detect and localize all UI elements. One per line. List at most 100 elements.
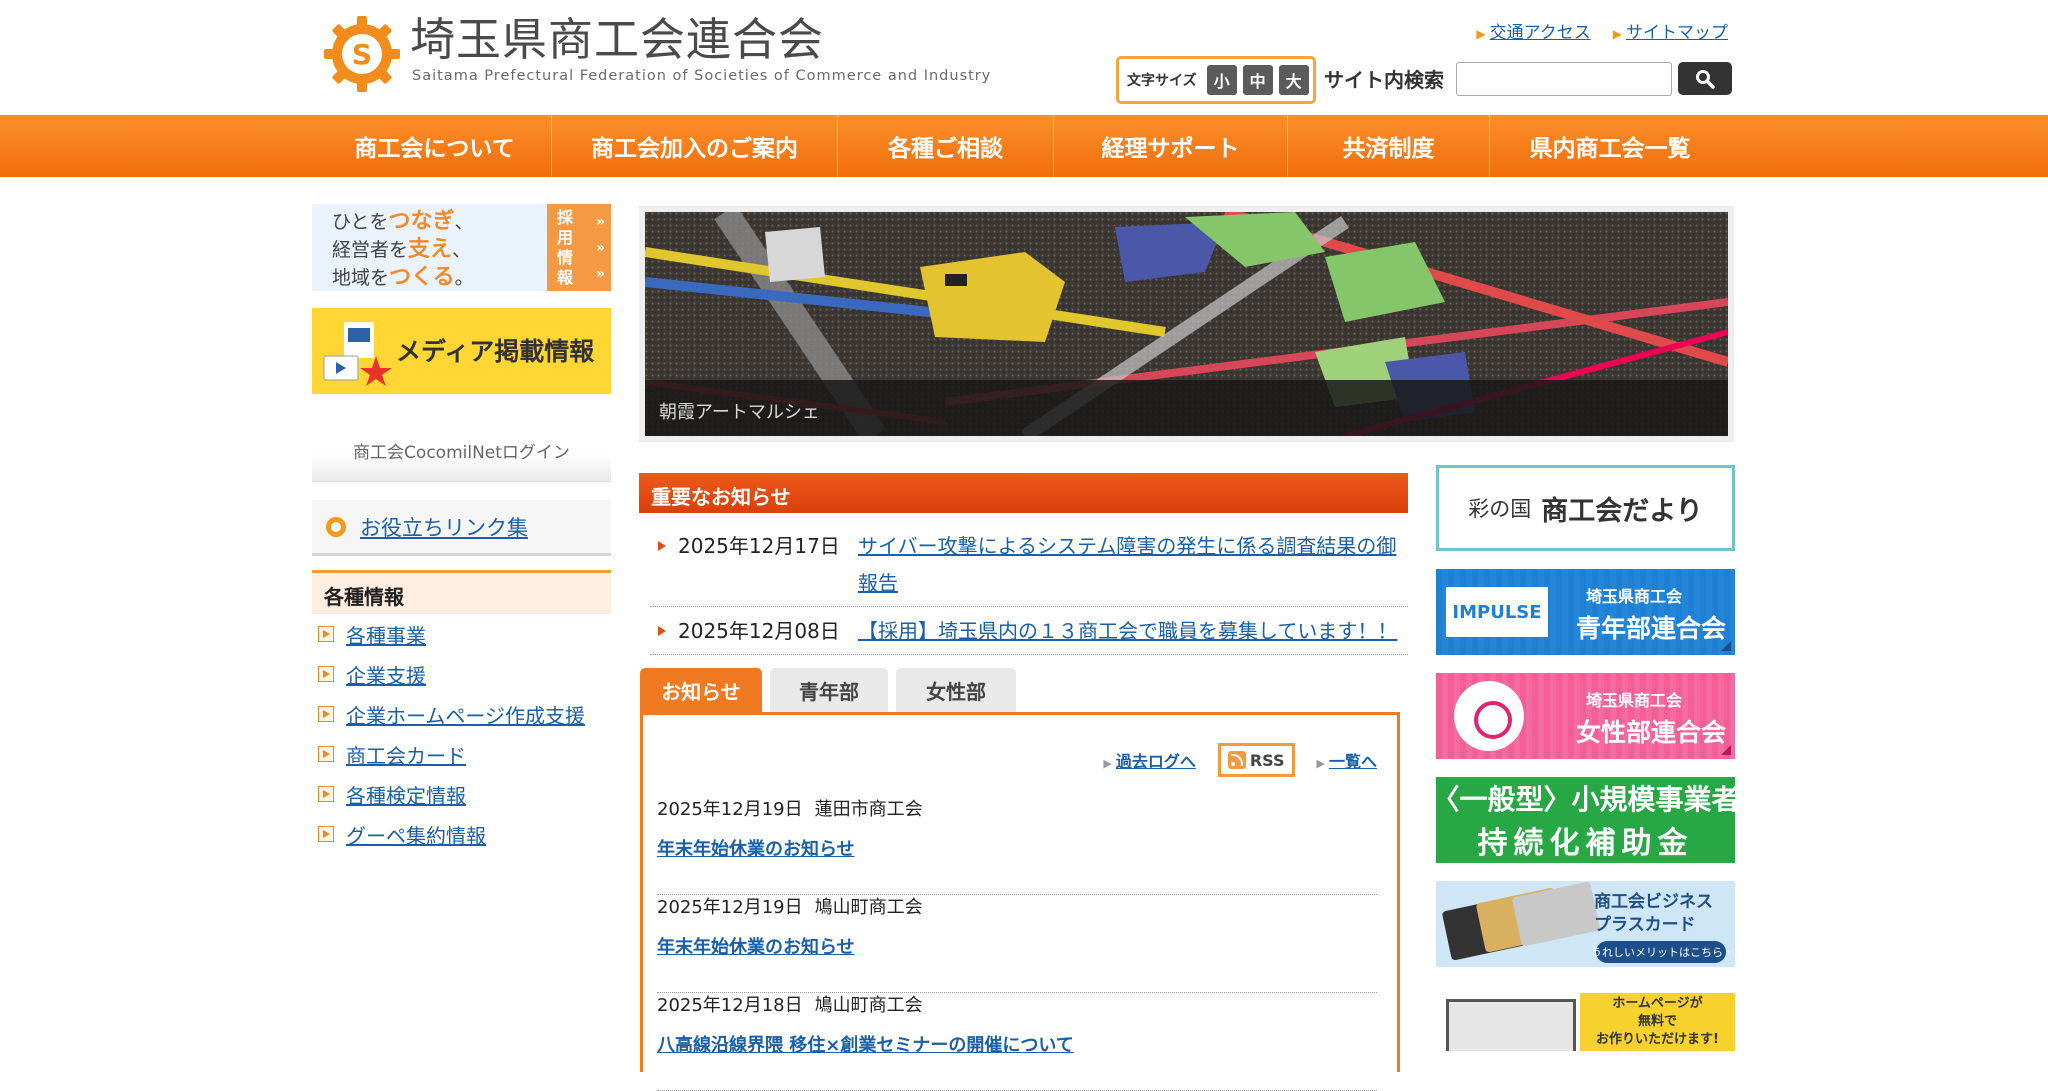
font-size-large-button[interactable]: 大 <box>1278 65 1309 95</box>
impulse-logo: IMPULSE <box>1446 587 1548 637</box>
info-link-business-support[interactable]: 企業支援 <box>346 660 426 689</box>
arrow-bullet-icon <box>318 666 334 682</box>
list-item: 商工会カード <box>312 734 611 774</box>
subsidy-banner[interactable]: 〈一般型〉小規模事業者 持続化補助金 <box>1436 777 1735 863</box>
subsidy-line2: 持続化補助金 <box>1477 826 1694 861</box>
ring-bullet-icon <box>326 516 346 537</box>
sitemap-link[interactable]: サイトマップ <box>1626 23 1728 43</box>
list-item: 2025年12月19日 蓮田市商工会 年末年始休業のお知らせ <box>657 797 1377 895</box>
info-link-projects[interactable]: 各種事業 <box>346 620 426 649</box>
recruit-line2-em: 支え <box>408 237 453 262</box>
slide-caption: 朝霞アートマルシェ <box>645 380 1728 436</box>
info-link-goope[interactable]: グーペ集約情報 <box>346 820 486 849</box>
homepage-banner[interactable]: ホームページが 無料で お作りいただけます! <box>1436 991 1735 1051</box>
women-big: 女性部連合会 <box>1576 718 1727 747</box>
recruit-line2: 経営者を <box>332 239 409 261</box>
list-item: 各種事業 <box>312 614 611 654</box>
dayori-small: 彩の国 <box>1468 497 1532 521</box>
rss-button[interactable]: RSS <box>1217 743 1295 777</box>
font-size-label: 文字サイズ <box>1127 73 1197 89</box>
corner-arrow-icon <box>1721 641 1731 651</box>
search-button[interactable] <box>1678 62 1732 95</box>
important-item: 2025年12月08日 【採用】埼玉県内の１３商工会で職員を募集しています！！ <box>650 607 1408 655</box>
subsidy-line1: 〈一般型〉小規模事業者 <box>1436 783 1735 816</box>
homepage-text: ホームページが 無料で お作りいただけます! <box>1580 993 1735 1051</box>
news-meta: 2025年12月19日 鳩山町商工会 <box>657 895 1377 933</box>
recruit-tag: 採 用 情 報 » » » <box>547 204 611 291</box>
media-banner[interactable]: メディア掲載情報 <box>312 308 611 394</box>
hero-slideshow[interactable]: 朝霞アートマルシェ <box>639 206 1734 442</box>
chevron-right-icon: » <box>595 240 605 256</box>
triangle-right-icon: ▶ <box>1612 27 1622 41</box>
important-link[interactable]: サイバー攻撃によるシステム障害の発生に係る調査結果の御報告 <box>858 528 1408 602</box>
dayori-banner[interactable]: 彩の国 商工会だより <box>1436 465 1735 551</box>
nav-about[interactable]: 商工会について <box>318 115 552 177</box>
news-org: 鳩山町商工会 <box>814 897 923 918</box>
card-image <box>1511 881 1601 947</box>
news-title-link[interactable]: 年末年始休業のお知らせ <box>657 839 855 860</box>
nav-mutual-aid[interactable]: 共済制度 <box>1288 115 1490 177</box>
arrow-bullet-icon <box>318 786 334 802</box>
nav-accounting[interactable]: 経理サポート <box>1054 115 1288 177</box>
access-link[interactable]: 交通アクセス <box>1490 23 1591 43</box>
past-log-link[interactable]: 過去ログへ <box>1116 752 1196 771</box>
nav-local-societies[interactable]: 県内商工会一覧 <box>1490 115 1730 177</box>
nav-consultation[interactable]: 各種ご相談 <box>838 115 1054 177</box>
hp-line1: ホームページが <box>1612 996 1703 1011</box>
women-small: 埼玉県商工会 <box>1586 691 1683 710</box>
arrow-bullet-icon <box>318 746 334 762</box>
important-date: 2025年12月17日 <box>678 534 840 558</box>
tab-news[interactable]: お知らせ <box>640 668 762 724</box>
youth-big: 青年部連合会 <box>1576 614 1727 643</box>
news-date: 2025年12月19日 <box>657 799 803 820</box>
important-list: 2025年12月17日 サイバー攻撃によるシステム障害の発生に係る調査結果の御報… <box>650 522 1408 655</box>
important-item: 2025年12月17日 サイバー攻撃によるシステム障害の発生に係る調査結果の御報… <box>650 522 1408 607</box>
global-nav: 商工会について 商工会加入のご案内 各種ご相談 経理サポート 共済制度 県内商工… <box>0 115 2048 177</box>
recruit-banner[interactable]: ひとをつなぎ、 経営者を支え、 地域をつくる。 採 用 情 報 » » » <box>312 204 611 291</box>
triangle-right-icon <box>658 541 666 551</box>
arrow-bullet-icon <box>318 706 334 722</box>
top-links: ▶ 交通アクセス ▶ サイトマップ <box>1476 18 1728 43</box>
news-meta: 2025年12月19日 蓮田市商工会 <box>657 797 1377 835</box>
card-line2: プラスカード <box>1594 915 1696 935</box>
business-card-banner[interactable]: 商工会ビジネス プラスカード うれしいメリットはこちら › <box>1436 881 1735 967</box>
important-link[interactable]: 【採用】埼玉県内の１３商工会で職員を募集しています！！ <box>858 613 1397 650</box>
info-link-card[interactable]: 商工会カード <box>346 740 466 769</box>
women-federation-banner[interactable]: 埼玉県商工会 女性部連合会 <box>1436 673 1735 759</box>
youth-federation-banner[interactable]: IMPULSE 埼玉県商工会 青年部連合会 <box>1436 569 1735 655</box>
list-item: 2025年12月18日 鳩山町商工会 八高線沿線界隈 移住×創業セミナーの開催につ… <box>657 993 1377 1091</box>
nav-membership[interactable]: 商工会加入のご案内 <box>552 115 838 177</box>
recruit-line1-post: 、 <box>454 211 474 233</box>
tab-youth[interactable]: 青年部 <box>770 668 888 712</box>
info-heading: 各種情報 <box>312 570 611 614</box>
search-label: サイト内検索 <box>1324 68 1444 92</box>
useful-links: お役立ちリンク集 <box>312 500 611 556</box>
list-item: 企業支援 <box>312 654 611 694</box>
tab-women[interactable]: 女性部 <box>896 668 1016 712</box>
news-title-link[interactable]: 年末年始休業のお知らせ <box>657 937 855 958</box>
site-title[interactable]: 埼玉県商工会連合会 <box>410 12 824 68</box>
news-date: 2025年12月19日 <box>657 897 803 918</box>
cocomil-login-link[interactable]: 商工会CocomilNetログイン <box>312 420 611 482</box>
rss-icon <box>1227 751 1246 769</box>
past-log-wrap: ▶ 過去ログへ <box>1103 748 1195 772</box>
triangle-right-icon: ▶ <box>1103 757 1112 770</box>
recruit-text: ひとをつなぎ、 経営者を支え、 地域をつくる。 <box>332 208 474 291</box>
news-org: 蓮田市商工会 <box>814 799 923 820</box>
info-link-exams[interactable]: 各種検定情報 <box>346 780 466 809</box>
recruit-line1-em: つなぎ <box>388 209 455 234</box>
access-link-wrap: ▶ 交通アクセス <box>1476 18 1590 43</box>
info-link-homepage-support[interactable]: 企業ホームページ作成支援 <box>346 700 585 729</box>
search-input[interactable] <box>1456 62 1672 96</box>
news-tools: ▶ 過去ログへ RSS ▶ 一覧へ <box>1103 743 1377 777</box>
triangle-right-icon: ▶ <box>1316 757 1325 770</box>
gear-logo-icon[interactable]: S <box>322 14 402 94</box>
font-size-small-button[interactable]: 小 <box>1206 65 1237 95</box>
list-item: 2025年12月19日 鳩山町商工会 年末年始休業のお知らせ <box>657 895 1377 993</box>
chevron-right-icon: » <box>595 214 605 230</box>
font-size-switcher: 文字サイズ 小 中 大 <box>1116 56 1316 104</box>
useful-links-link[interactable]: お役立ちリンク集 <box>360 512 528 542</box>
list-link[interactable]: 一覧へ <box>1329 752 1377 771</box>
font-size-medium-button[interactable]: 中 <box>1242 65 1273 95</box>
news-title-link[interactable]: 八高線沿線界隈 移住×創業セミナーの開催について <box>657 1035 1074 1056</box>
